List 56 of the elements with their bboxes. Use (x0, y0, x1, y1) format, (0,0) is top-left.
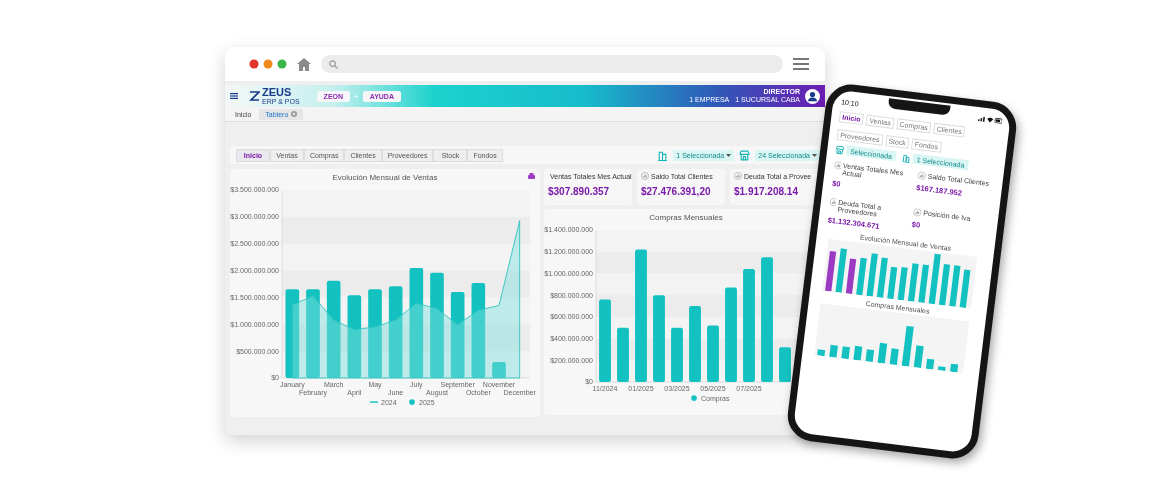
bar (950, 363, 959, 373)
kpi-value: $307.890.357 (548, 186, 611, 197)
chart-title: Evolución Mensual de Ventas (332, 173, 438, 182)
window-controls-icon[interactable] (249, 59, 287, 69)
chart-icon (641, 172, 649, 180)
kpi-value: $1.917.208.14 (734, 186, 799, 197)
close-icon[interactable] (291, 111, 298, 117)
bar (959, 269, 971, 309)
menu-icon[interactable] (230, 93, 238, 99)
bar (853, 345, 863, 361)
chart-icon (912, 207, 922, 217)
bar (829, 344, 838, 358)
bar (845, 258, 857, 295)
search-icon (329, 59, 338, 69)
bar (949, 265, 961, 307)
bar (938, 264, 951, 306)
store-icon (834, 144, 845, 155)
kpi-value: $27.476.391,20 (641, 186, 712, 197)
bar (918, 264, 930, 303)
phone-notch (887, 98, 951, 116)
logo-text: ZEUS (262, 87, 293, 98)
status-icons-icon (977, 115, 1003, 125)
chart-title: Compras Mensuales (649, 213, 723, 222)
bar (889, 348, 899, 366)
bar (877, 342, 888, 364)
bar (856, 257, 867, 296)
chart-icon (829, 197, 837, 207)
print-icon[interactable] (528, 173, 535, 179)
caret-icon (726, 153, 732, 157)
avatar-icon[interactable] (805, 88, 820, 104)
home-icon[interactable] (297, 57, 311, 71)
building-icon (657, 149, 669, 161)
bar (841, 346, 850, 360)
bar (937, 366, 946, 371)
menu-icon[interactable] (793, 58, 809, 70)
bar (887, 266, 898, 300)
chart-icon (734, 172, 742, 180)
bar (928, 253, 941, 305)
bar (617, 327, 629, 382)
bar (897, 266, 908, 301)
bar (866, 253, 878, 297)
bar (865, 349, 875, 363)
bar (876, 257, 888, 298)
bar (779, 347, 791, 382)
chart-icon (834, 161, 842, 170)
building-icon (901, 152, 912, 163)
bar (817, 349, 826, 357)
bar (835, 248, 847, 293)
chart-icon (917, 171, 927, 181)
caret-icon (812, 153, 817, 157)
store-icon (739, 149, 751, 161)
bar (707, 325, 719, 382)
bar (671, 327, 683, 382)
plus-separator: + (354, 91, 359, 101)
logo-icon (249, 91, 260, 101)
bar (907, 263, 919, 302)
